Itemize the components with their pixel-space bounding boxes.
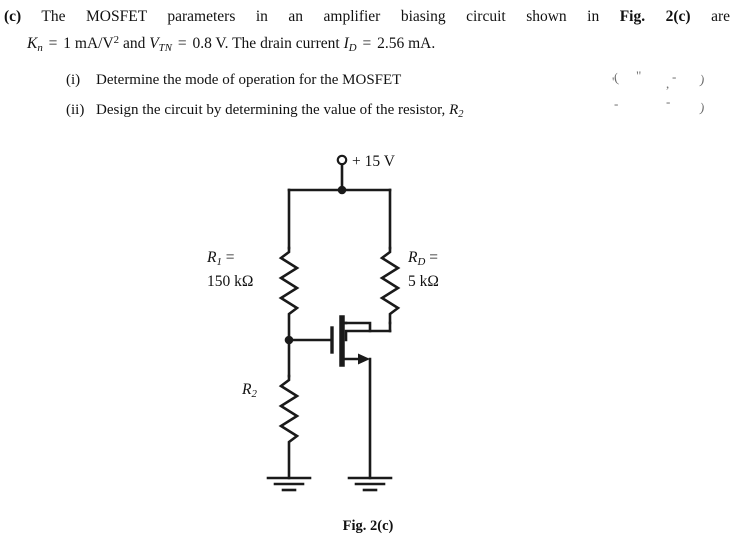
artifact-glyph: ( (612, 69, 620, 86)
vtn-symbol: V (149, 34, 159, 52)
artifact-glyph: ' (612, 74, 615, 89)
rd-equals: = (429, 249, 438, 266)
id-subscript: D (348, 41, 357, 54)
artifact-glyph: " (636, 68, 641, 83)
circuit-diagram: + 15 V R1 = 150 kΩ RD = 5 kΩ R2 (180, 148, 560, 508)
supply-voltage-label: + 15 V (352, 153, 395, 170)
ground-symbol-right (347, 476, 393, 492)
id-equals: = (362, 34, 372, 52)
kn-symbol: K (27, 34, 38, 52)
kn-subscript: n (37, 41, 43, 54)
supply-terminal-node (336, 154, 348, 166)
source-arrow-icon (358, 353, 370, 365)
supply-junction-dot (337, 185, 347, 195)
artifact-glyph: , (666, 76, 670, 91)
figure-caption: Fig. 2(c) (342, 518, 394, 534)
artifact-glyph: - (614, 96, 619, 111)
subitem-ii: (ii) Design the circuit by determining th… (66, 100, 463, 125)
question-line-2: Kn = 1 mA/V2 and VTN = 0.8 V. The drain … (27, 30, 435, 59)
resistor-r1-symbol (278, 246, 300, 342)
subitem-ii-text: Design the circuit by determining the va… (96, 102, 446, 118)
conjunction-and: and (122, 34, 146, 52)
artifact-glyph: ) (698, 71, 706, 88)
artifact-glyph: ) (698, 99, 706, 116)
question-line1-after-fig: are (711, 8, 730, 25)
rd-subscript: D (417, 256, 426, 269)
id-value: 2.56 mA. (377, 34, 436, 52)
r2-reference-subscript: 2 (458, 108, 464, 120)
subitem-i-text: Determine the mode of operation for the … (96, 72, 402, 88)
circuit-schematic-svg (266, 154, 401, 492)
question-line-1: (c) The MOSFET parameters in an amplifie… (4, 6, 730, 27)
scan-artifact-marks: ( " - ' , ) - - ) (604, 66, 736, 126)
r1-value: 150 kΩ (207, 273, 254, 291)
artifact-glyph: - (666, 94, 671, 109)
ground-symbol-left (266, 476, 312, 492)
question-line1-before-fig: The MOSFET parameters in an amplifier bi… (41, 8, 600, 25)
gate-junction-dot (284, 335, 294, 345)
subitem-i-marker: (i) (66, 72, 81, 88)
figure-reference: Fig. 2(c) (619, 8, 691, 25)
resistor-r2-symbol (278, 374, 300, 480)
rd-value: 5 kΩ (408, 273, 439, 291)
drain-wire (344, 329, 392, 342)
subitem-i: (i) Determine the mode of operation for t… (66, 70, 401, 90)
vtn-equals: = (177, 34, 187, 52)
drain-current-sentence: The drain current (232, 34, 340, 52)
vtn-value: 0.8 V. (192, 34, 229, 52)
r2-reference-symbol: R (449, 102, 459, 118)
resistor-r1-label: R1 = 150 kΩ (207, 248, 253, 291)
r2-subscript: 2 (251, 388, 257, 401)
resistor-r2-label: R2 (242, 380, 257, 404)
vtn-subscript: TN (158, 41, 172, 54)
question-label: (c) (4, 8, 22, 25)
kn-value: 1 mA/V (63, 34, 114, 52)
kn-exponent: 2 (113, 34, 120, 46)
resistor-rd-label: RD = 5 kΩ (408, 248, 439, 291)
kn-equals: = (48, 34, 58, 52)
r1-equals: = (225, 249, 235, 266)
resistor-rd-symbol (379, 246, 401, 325)
artifact-glyph: - (672, 69, 677, 84)
r1-subscript: 1 (216, 256, 222, 269)
subitem-ii-marker: (ii) (66, 102, 85, 118)
